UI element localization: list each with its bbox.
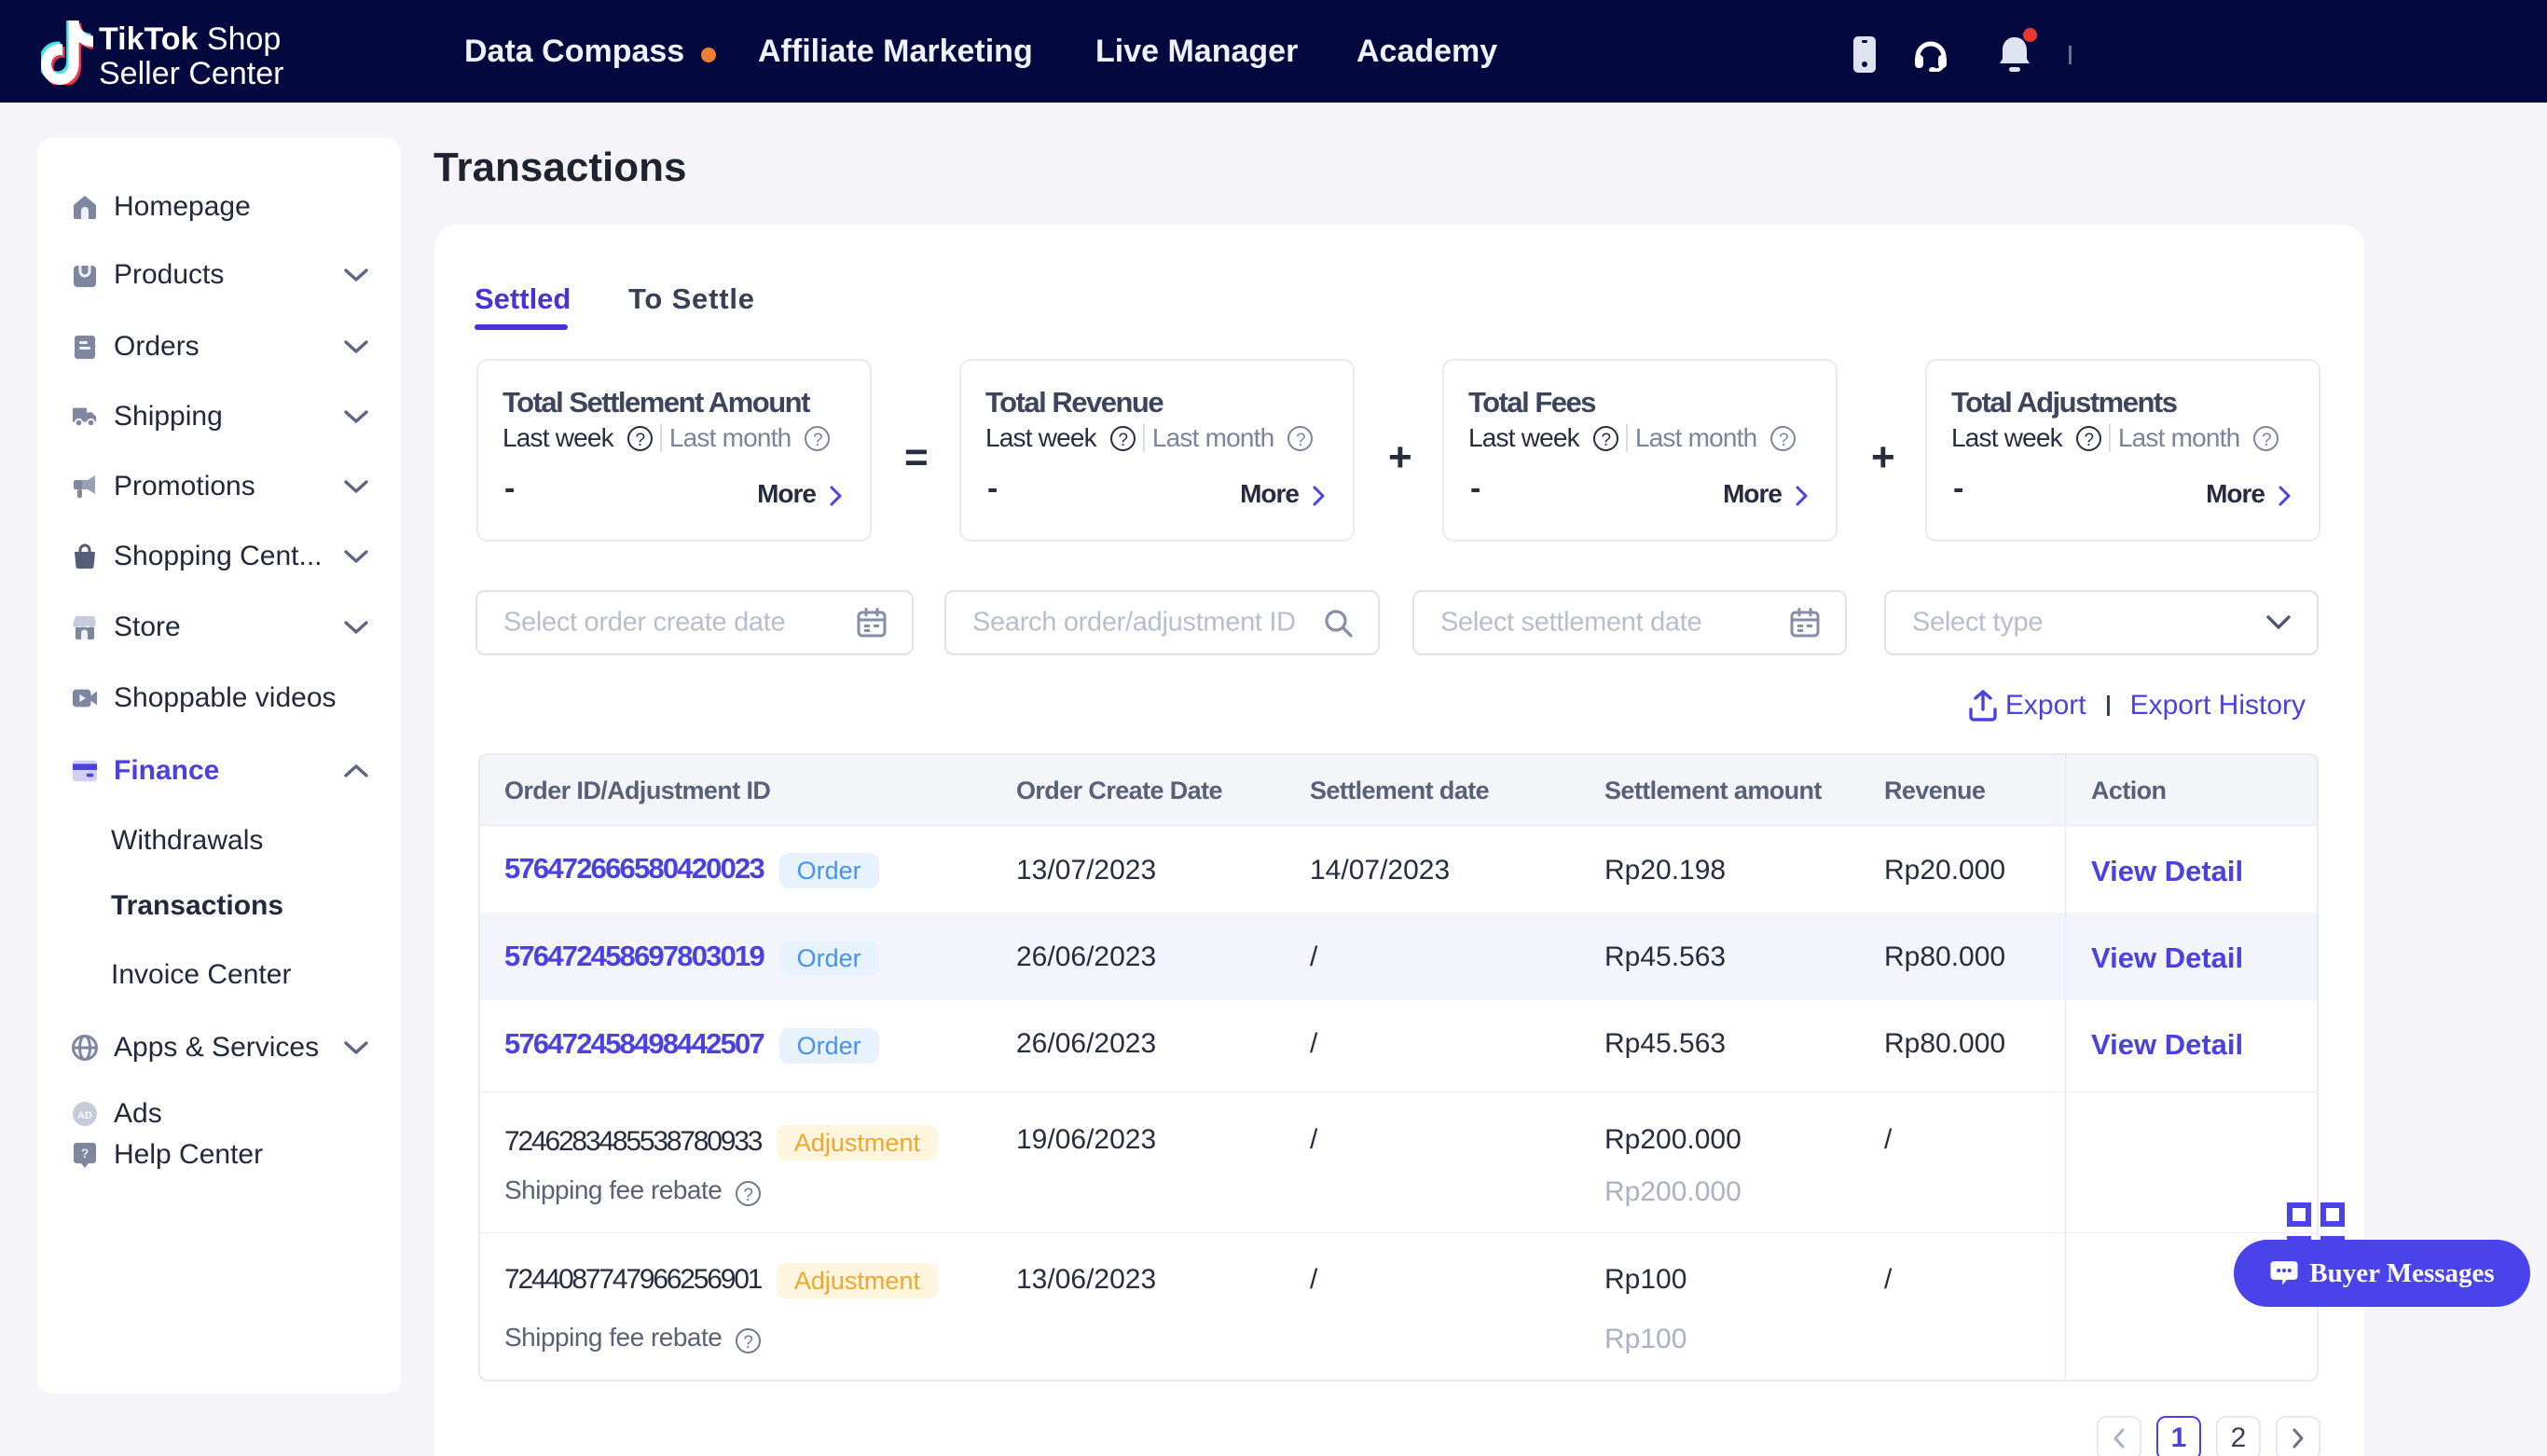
svg-text:?: ? [81,1146,89,1161]
